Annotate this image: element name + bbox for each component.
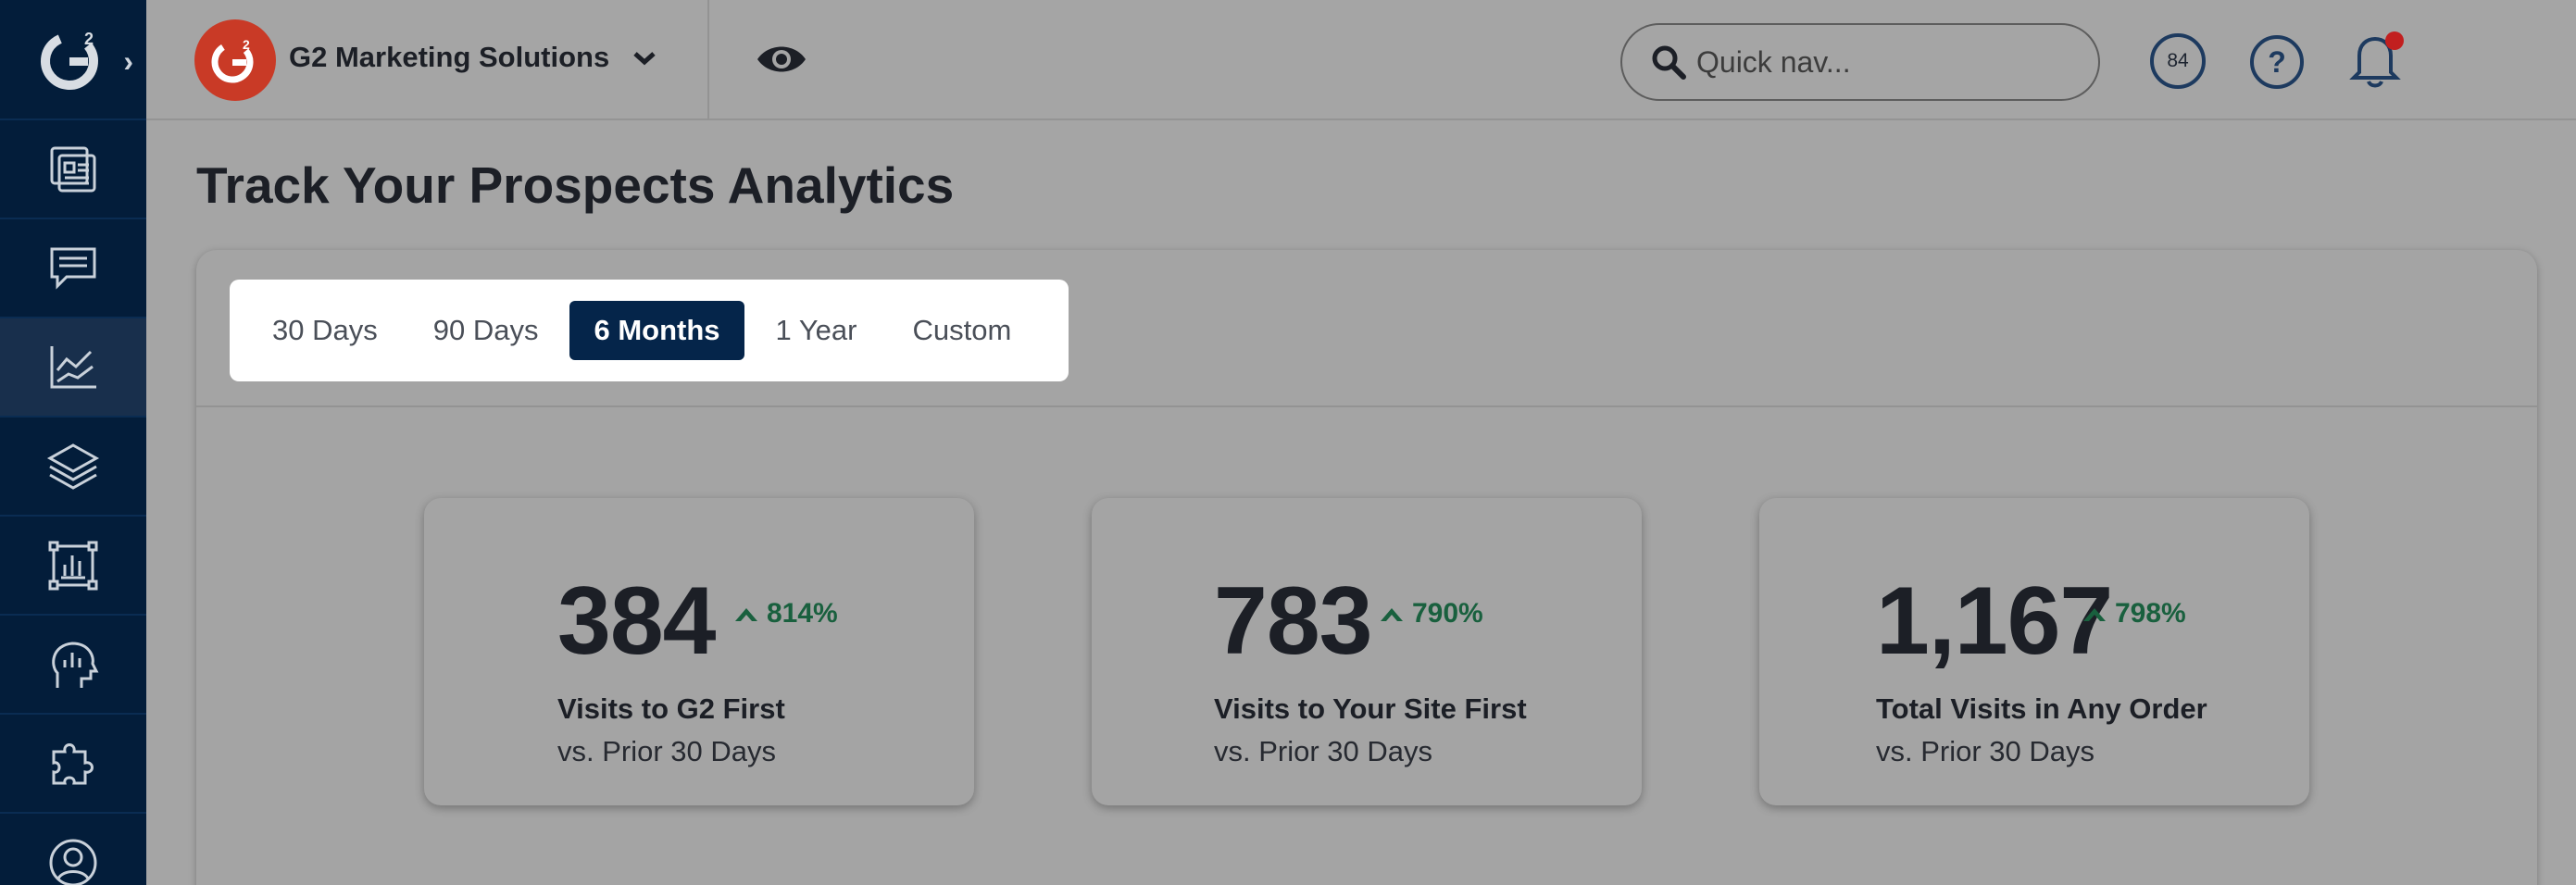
stat-card-total-visits: 1,167 798% Total Visits in Any Order vs.…	[1759, 498, 2309, 805]
svg-text:?: ?	[2268, 45, 2286, 79]
sidebar-item-reports[interactable]	[0, 517, 146, 616]
dashboard-icon	[50, 146, 96, 192]
header-divider	[707, 0, 709, 120]
stat-delta: 814%	[733, 598, 838, 629]
stat-card-g2-first: 384 814% Visits to G2 First vs. Prior 30…	[424, 498, 974, 805]
sidebar-item-dashboard[interactable]	[0, 120, 146, 219]
stat-value: 783	[1214, 567, 1373, 675]
search-placeholder: Quick nav...	[1696, 44, 1851, 79]
help-icon[interactable]: ?	[2248, 33, 2306, 91]
stat-label: Visits to G2 First	[557, 692, 785, 725]
analytics-panel: 30 Days 90 Days 6 Months 1 Year Custom 3…	[196, 250, 2537, 885]
sidebar-item-insights[interactable]	[0, 616, 146, 715]
user-circle-icon	[49, 839, 97, 885]
stat-value: 1,167	[1876, 567, 2113, 675]
stat-comparison: vs. Prior 30 Days	[1876, 735, 2095, 767]
range-1-year[interactable]: 1 Year	[752, 301, 882, 360]
trend-up-icon	[1381, 608, 1403, 621]
stat-delta-value: 798%	[2115, 598, 2186, 629]
sidebar-item-layers[interactable]	[0, 418, 146, 517]
trend-up-icon	[735, 608, 757, 621]
panel-divider	[196, 405, 2537, 407]
g2-logo-icon: 2	[41, 30, 98, 90]
stat-delta: 798%	[2082, 598, 2186, 629]
stat-delta-value: 814%	[767, 598, 838, 629]
page-title: Track Your Prospects Analytics	[196, 156, 955, 214]
sidebar-item-profile[interactable]	[0, 814, 146, 885]
search-icon	[1652, 45, 1686, 80]
stat-comparison: vs. Prior 30 Days	[557, 735, 777, 767]
stat-label: Total Visits in Any Order	[1876, 692, 2207, 725]
svg-text:2: 2	[243, 37, 250, 52]
stat-label: Visits to Your Site First	[1214, 692, 1527, 725]
stat-value: 384	[557, 567, 717, 675]
eye-icon[interactable]	[756, 39, 807, 80]
sidebar: 2 ›	[0, 0, 146, 885]
org-logo[interactable]: 2	[194, 19, 276, 101]
report-icon	[48, 541, 98, 590]
g2-logo[interactable]: 2 ›	[0, 0, 146, 120]
chevron-down-icon[interactable]	[631, 48, 657, 67]
puzzle-icon	[52, 742, 94, 784]
g2-logo-icon: 2	[211, 37, 254, 83]
layers-icon	[46, 442, 100, 490]
org-name[interactable]: G2 Marketing Solutions	[289, 41, 609, 74]
stat-delta-value: 790%	[1412, 598, 1483, 629]
range-custom[interactable]: Custom	[888, 301, 1035, 360]
stat-comparison: vs. Prior 30 Days	[1214, 735, 1433, 767]
trend-up-icon	[2083, 608, 2106, 621]
notification-dot	[2385, 31, 2404, 50]
chat-icon	[50, 247, 96, 290]
stat-card-site-first: 783 790% Visits to Your Site First vs. P…	[1092, 498, 1642, 805]
sidebar-item-analytics[interactable]	[0, 318, 146, 418]
score-badge[interactable]: 84	[2150, 33, 2206, 89]
expand-sidebar-icon[interactable]: ›	[123, 44, 133, 79]
date-range-selector: 30 Days 90 Days 6 Months 1 Year Custom	[230, 280, 1069, 381]
svg-text:2: 2	[84, 30, 94, 48]
stat-delta: 790%	[1379, 598, 1483, 629]
sidebar-item-messages[interactable]	[0, 219, 146, 318]
topbar: 2 G2 Marketing Solutions Quick nav... 84…	[146, 0, 2576, 120]
range-90-days[interactable]: 90 Days	[409, 301, 563, 360]
search-input[interactable]: Quick nav...	[1620, 23, 2100, 101]
line-chart-icon	[50, 345, 96, 388]
range-30-days[interactable]: 30 Days	[248, 301, 402, 360]
sidebar-item-integrations[interactable]	[0, 715, 146, 814]
range-6-months[interactable]: 6 Months	[569, 301, 744, 360]
head-analytics-icon	[52, 641, 99, 688]
